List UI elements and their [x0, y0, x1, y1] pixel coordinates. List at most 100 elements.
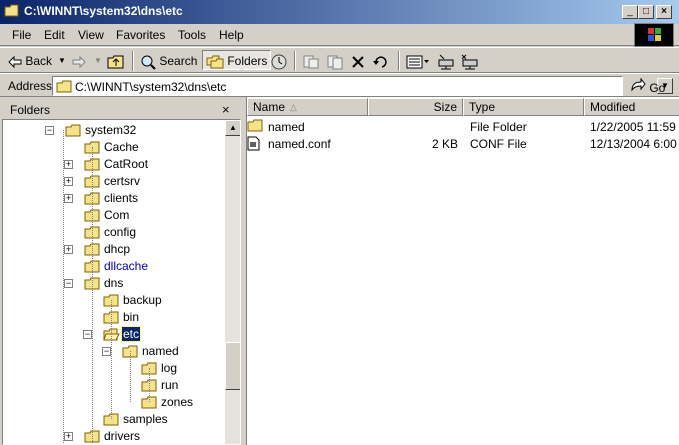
forward-dropdown-icon[interactable]: ▼ — [94, 51, 102, 71]
column-header-modified[interactable]: Modified — [584, 98, 679, 116]
tree-item-samples[interactable]: samples — [3, 411, 223, 428]
views-button[interactable] — [406, 51, 430, 71]
menu-view[interactable]: View — [78, 28, 104, 42]
search-button[interactable]: Search — [140, 51, 197, 71]
file-name: named.conf — [268, 137, 331, 151]
copy-to-button[interactable] — [326, 51, 344, 71]
search-label: Search — [159, 54, 198, 68]
collapse-icon[interactable]: − — [45, 126, 54, 135]
tree-item-run[interactable]: run — [3, 377, 223, 394]
tree-item-log[interactable]: log — [3, 360, 223, 377]
expand-icon[interactable]: + — [64, 432, 73, 441]
tree-item-dhcp[interactable]: + dhcp — [3, 241, 223, 258]
expand-icon[interactable]: + — [64, 194, 73, 203]
tree-item-dllcache[interactable]: dllcache — [3, 258, 223, 275]
expand-icon[interactable]: + — [64, 160, 73, 169]
standard-toolbar: Back ▼ ▼ Search Folders — [0, 47, 679, 73]
folder-icon — [56, 80, 72, 93]
tree-item-label: dllcache — [104, 259, 149, 273]
file-list[interactable]: Name △ Size Type Modified named File Fold… — [246, 97, 679, 445]
delete-button[interactable] — [350, 51, 366, 71]
tree-item-label: drivers — [104, 429, 141, 443]
tree-item-catroot[interactable]: + CatRoot — [3, 156, 223, 173]
tree-item-bin[interactable]: bin — [3, 309, 223, 326]
tree-guide-line — [63, 130, 64, 444]
column-header-size[interactable]: Size — [368, 98, 463, 116]
tree-item-label: backup — [123, 293, 162, 307]
tree-item-label: config — [104, 225, 137, 239]
column-header-type[interactable]: Type — [463, 98, 584, 116]
collapse-icon[interactable]: − — [83, 330, 92, 339]
tree-item-label: zones — [161, 395, 194, 409]
expand-icon[interactable]: + — [64, 245, 73, 254]
folders-pane: Folders × − system32 Cache + CatRoot + certsrv… — [0, 97, 243, 445]
menu-favorites[interactable]: Favorites — [116, 28, 165, 42]
tree-item-label: dhcp — [104, 242, 131, 256]
tree-item-label: Com — [104, 208, 130, 222]
folders-pane-title: Folders — [10, 103, 51, 117]
history-button[interactable] — [270, 51, 288, 71]
undo-button[interactable] — [372, 51, 390, 71]
folders-pane-close-button[interactable]: × — [222, 102, 230, 117]
file-row[interactable]: named.conf 2 KB CONF File 12/13/2004 6:00 — [247, 136, 679, 153]
file-row[interactable]: named File Folder 1/22/2005 11:59 — [247, 119, 679, 136]
move-to-icon — [303, 55, 319, 69]
map-drive-button[interactable] — [436, 51, 456, 71]
go-label: Go — [649, 81, 666, 95]
address-input[interactable]: C:\WINNT\system32\dns\etc ▼ — [52, 76, 673, 96]
folder-tree[interactable]: − system32 Cache + CatRoot + certsrv + clients Co… — [2, 119, 241, 445]
tree-item-com[interactable]: Com — [3, 207, 223, 224]
tree-item-label: log — [161, 361, 178, 375]
collapse-icon[interactable]: − — [102, 347, 111, 356]
file-modified: 1/22/2005 11:59 — [590, 120, 676, 134]
expand-icon[interactable]: + — [64, 177, 73, 186]
tree-item-system32[interactable]: − system32 — [3, 122, 223, 139]
toolbar-separator — [294, 51, 296, 71]
tree-item-label: clients — [104, 191, 139, 205]
minimize-button[interactable]: _ — [622, 5, 638, 19]
tree-item-etc[interactable]: − etc — [3, 326, 223, 343]
tree-item-label: run — [161, 378, 179, 392]
delete-icon — [352, 56, 364, 68]
folders-button[interactable]: Folders — [202, 50, 272, 70]
tree-scrollbar[interactable]: ▲ — [225, 120, 240, 444]
tree-item-label: bin — [123, 310, 140, 324]
toolbar-separator — [398, 51, 400, 71]
windows-logo-icon — [634, 23, 674, 47]
menu-file[interactable]: File — [12, 28, 31, 42]
folders-label: Folders — [227, 54, 268, 68]
sort-ascending-icon: △ — [290, 102, 297, 112]
tree-item-certsrv[interactable]: + certsrv — [3, 173, 223, 190]
column-header-name[interactable]: Name △ — [247, 98, 368, 116]
menu-help[interactable]: Help — [219, 28, 244, 42]
folder-icon — [65, 124, 81, 137]
menu-edit[interactable]: Edit — [44, 28, 65, 42]
tree-item-clients[interactable]: + clients — [3, 190, 223, 207]
disconnect-drive-button[interactable] — [460, 51, 480, 71]
folder-icon — [4, 4, 19, 17]
close-button[interactable]: × — [656, 5, 672, 19]
scroll-thumb[interactable] — [225, 342, 240, 390]
back-dropdown-icon[interactable]: ▼ — [58, 51, 66, 71]
folder-icon — [247, 119, 263, 132]
go-button[interactable]: Go — [630, 77, 666, 95]
tree-item-backup[interactable]: backup — [3, 292, 223, 309]
tree-item-named[interactable]: − named — [3, 343, 223, 360]
forward-button[interactable] — [72, 51, 86, 71]
history-icon — [271, 54, 287, 70]
tree-item-zones[interactable]: zones — [3, 394, 223, 411]
scroll-up-button[interactable]: ▲ — [225, 120, 240, 136]
title-bar[interactable]: C:\WINNT\system32\dns\etc _ □ × — [0, 0, 679, 24]
tree-item-dns[interactable]: − dns — [3, 275, 223, 292]
up-folder-button[interactable] — [107, 51, 125, 71]
move-to-button[interactable] — [302, 51, 320, 71]
tree-item-config[interactable]: config — [3, 224, 223, 241]
tree-item-drivers[interactable]: + drivers — [3, 428, 223, 444]
maximize-button[interactable]: □ — [638, 5, 654, 19]
menu-tools[interactable]: Tools — [178, 28, 206, 42]
collapse-icon[interactable]: − — [64, 279, 73, 288]
disconnect-drive-icon — [461, 54, 478, 70]
column-name-label: Name — [253, 100, 286, 114]
tree-item-cache[interactable]: Cache — [3, 139, 223, 156]
back-button[interactable]: Back — [8, 51, 52, 71]
